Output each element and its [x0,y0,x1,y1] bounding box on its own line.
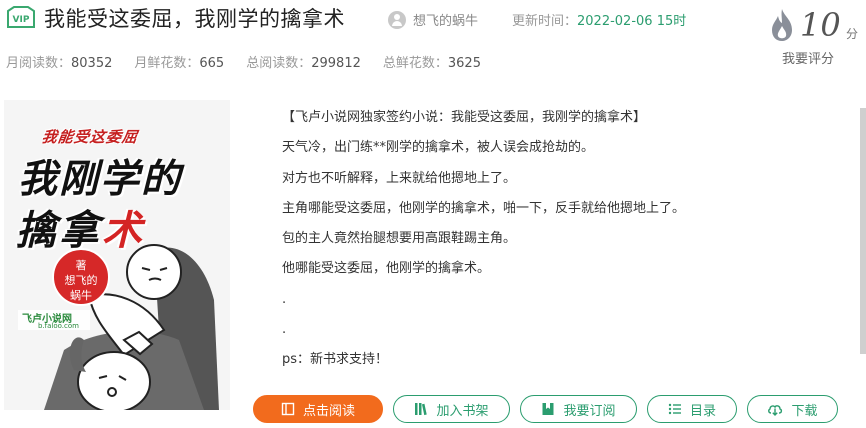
author-icon [388,10,406,29]
score-unit: 分 [846,27,859,41]
rate-button[interactable]: 我要评分 [782,48,834,67]
stat-monthly-flowers: 月鲜花数：665 [134,56,225,71]
update-time-value: 2022-02-06 15时 [577,14,687,29]
svg-text:VIP: VIP [13,15,30,25]
stat-total-flowers: 总鲜花数：3625 [382,56,481,71]
cover-title-mid: 我刚学的 [18,157,183,202]
stat-monthly-reads: 月阅读数：80352 [6,56,113,71]
book-icon [281,402,295,416]
synopsis-line: 主角哪能受这委屈，他刚学的擒拿术，啪一下，反手就给他摁地上了。 [282,200,686,216]
synopsis-line: 包的主人竟然抬腿想要用高跟鞋踢主角。 [282,231,517,247]
stat-total-reads: 总阅读数：299812 [246,56,361,71]
author-link[interactable]: 想飞的蜗牛 [388,10,478,29]
subscribe-button[interactable]: 我要订阅 [520,395,637,423]
update-time-label: 更新时间： [512,14,578,29]
cover-author-badge: 著 想飞的 蜗牛 [52,248,110,306]
bookshelf-icon [414,402,428,416]
cover-title-top: 我能受这委屈 [40,128,140,146]
synopsis-line: 【飞卢小说网独家签约小说：我能受这委屈，我刚学的擒拿术】 [282,110,647,125]
subscribe-label: 我要订阅 [563,403,616,419]
add-to-shelf-button[interactable]: 加入书架 [393,395,510,423]
scrollbar[interactable] [860,108,866,354]
synopsis-line: 他哪能受这委屈，他刚学的擒拿术。 [282,261,491,277]
cover-logo-url: b.faloo.com [38,322,79,330]
stats-row: 月阅读数：80352 月鲜花数：665 总阅读数：299812 总鲜花数：362… [6,52,503,71]
cloud-download-icon [767,402,783,416]
score-panel: 10 分 我要评分 [766,6,866,67]
book-title: 我能受这委屈，我刚学的擒拿术 [44,7,345,31]
bookmark-icon [541,402,555,416]
synopsis-line: ps：新书求支持！ [282,352,389,368]
synopsis-line: . [282,322,287,338]
update-time: 更新时间：2022-02-06 15时 [512,10,686,29]
synopsis: 【飞卢小说网独家签约小说：我能受这委屈，我刚学的擒拿术】 天气冷，出门练**刚学… [282,108,842,381]
synopsis-line: 天气冷，出门练**刚学的擒拿术，被人误会成抢劫的。 [282,140,595,156]
book-cover[interactable]: 我能受这委屈 我刚学的 擒拿术 著 想飞的 蜗牛 飞卢小说网 b.faloo.c… [4,100,230,410]
score-value: 10 [800,6,841,44]
read-button-label: 点击阅读 [302,403,355,419]
catalog-button[interactable]: 目录 [647,395,737,423]
read-button[interactable]: 点击阅读 [253,395,383,423]
flame-icon [772,9,792,41]
list-icon [668,402,682,416]
download-button[interactable]: 下载 [747,395,838,423]
author-name: 想飞的蜗牛 [413,14,479,29]
catalog-label: 目录 [689,403,716,419]
synopsis-line: . [282,291,287,307]
download-label: 下载 [791,403,818,419]
vip-badge-icon: VIP [7,6,35,28]
add-to-shelf-label: 加入书架 [436,403,489,419]
synopsis-line: 对方也不听解释，上来就给他摁地上了。 [282,170,517,186]
